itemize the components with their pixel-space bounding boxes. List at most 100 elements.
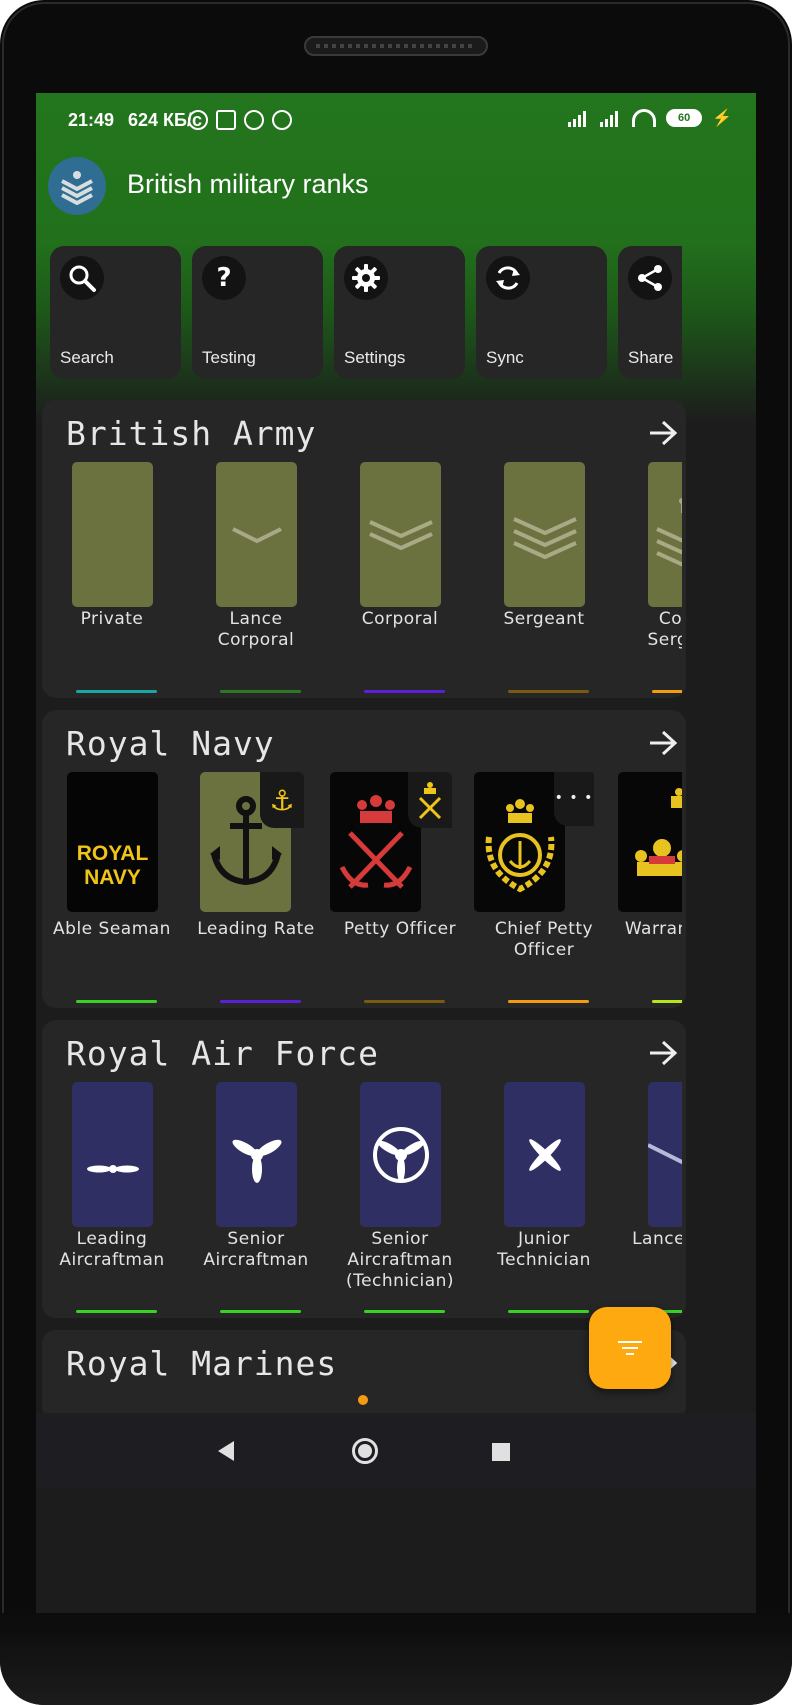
sim-icon xyxy=(216,110,236,130)
app-title: British military ranks xyxy=(127,169,369,199)
propeller-three-blade-icon xyxy=(216,1082,297,1227)
section-title: Royal Navy xyxy=(66,724,275,763)
navigation-bar xyxy=(36,1413,756,1487)
testing-label: Testing xyxy=(202,348,256,367)
notification-icon xyxy=(244,110,264,130)
rank-name: Warrant Offi 2 xyxy=(624,919,682,939)
rank-list: Private Lance Corporal Corporal Sergeant… xyxy=(42,462,682,698)
rank-name: Junior Technician xyxy=(497,1229,591,1270)
rank-color-bar xyxy=(220,690,301,693)
status-notification-icons xyxy=(188,110,292,130)
share-icon xyxy=(628,256,672,300)
rank-name: Senior Aircraftman (Technician) xyxy=(345,1229,455,1291)
rank-color-bar xyxy=(364,1310,445,1313)
screen: 21:49 624 КБ/с 60 ⚡ British military ran… xyxy=(36,93,756,1613)
rank-item[interactable]: Petty Officer xyxy=(330,772,466,1008)
sync-icon xyxy=(486,256,530,300)
rank-color-bar xyxy=(76,1310,157,1313)
notification-icon xyxy=(272,110,292,130)
filter-icon xyxy=(617,1339,643,1357)
rank-list: ROYAL NAVY Able Seaman ⚓ Leading Rate Pe… xyxy=(42,772,682,1008)
rank-item[interactable]: Private xyxy=(46,462,178,698)
rank-item[interactable]: ROYAL NAVY Able Seaman xyxy=(46,772,178,1008)
rank-name: Able Seaman xyxy=(53,919,171,939)
rank-color-bar xyxy=(652,1000,682,1003)
crown-anchors-badge-icon xyxy=(408,772,452,828)
question-icon: ? xyxy=(202,256,246,300)
speaker-grille xyxy=(304,36,488,56)
section-royal-air-force[interactable]: Royal Air Force Leading Aircraftman Seni… xyxy=(42,1020,686,1318)
wifi-icon xyxy=(632,109,657,127)
alarm-icon xyxy=(188,110,208,130)
sergeant-insignia-icon xyxy=(504,462,585,607)
rank-item[interactable]: Senior Aircraftman xyxy=(190,1082,322,1318)
filter-button[interactable] xyxy=(589,1307,671,1389)
rank-item[interactable]: Lance Corpo xyxy=(622,1082,682,1318)
arrow-right-icon[interactable] xyxy=(648,1040,678,1066)
share-button[interactable]: Share xyxy=(618,246,682,379)
section-title: Royal Air Force xyxy=(66,1034,380,1073)
rank-item[interactable]: Sergeant xyxy=(478,462,610,698)
status-time: 21:49 xyxy=(68,110,115,130)
rank-item[interactable]: Corporal xyxy=(334,462,466,698)
rank-color-bar xyxy=(220,1000,301,1003)
share-label: Share xyxy=(628,348,674,367)
status-bar: 21:49 624 КБ/с 60 ⚡ xyxy=(36,93,756,149)
back-icon[interactable] xyxy=(218,1441,234,1461)
battery-icon: 60 xyxy=(666,109,703,127)
rank-item[interactable]: Junior Technician xyxy=(478,1082,610,1318)
signal-icon xyxy=(600,109,622,127)
charging-icon: ⚡ xyxy=(712,110,732,127)
search-button[interactable]: Search xyxy=(50,246,181,379)
section-british-army[interactable]: British Army Private Lance Corporal Corp… xyxy=(42,400,686,698)
section-title: Royal Marines xyxy=(66,1344,338,1383)
rank-color-bar xyxy=(508,1310,589,1313)
badge-text: NAVY xyxy=(84,866,141,889)
rank-name: Senior Aircraftman xyxy=(203,1229,309,1270)
rank-item[interactable]: Lance Corporal xyxy=(190,462,322,698)
rank-color-bar xyxy=(364,1000,445,1003)
rank-name: Chief Petty Officer xyxy=(494,919,594,960)
arrow-right-icon[interactable] xyxy=(648,730,678,756)
propeller-four-blade-icon xyxy=(504,1082,585,1227)
page-indicator-dot xyxy=(358,1395,368,1405)
rank-name: Lance Corpo xyxy=(632,1229,682,1249)
rank-item[interactable]: ⚓ Leading Rate xyxy=(190,772,322,1008)
settings-label: Settings xyxy=(344,348,406,367)
small-anchor-badge-icon: ⚓ xyxy=(260,772,304,828)
rank-item[interactable]: Colour Sergeant xyxy=(622,462,682,698)
propeller-horizontal-icon xyxy=(72,1082,153,1227)
rank-name: Lance Corporal xyxy=(217,609,295,650)
colour-sergeant-insignia-icon xyxy=(648,462,682,607)
rank-name: Corporal xyxy=(361,609,439,629)
status-right-icons: 60 ⚡ xyxy=(568,108,732,128)
arrow-right-icon[interactable] xyxy=(648,420,678,446)
testing-button[interactable]: ? Testing xyxy=(192,246,323,379)
chevron-rank-icon xyxy=(48,157,106,215)
rank-item[interactable]: Senior Aircraftman (Technician) xyxy=(334,1082,466,1318)
badge-text: ROYAL xyxy=(76,842,149,865)
settings-button[interactable]: Settings xyxy=(334,246,465,379)
rank-item[interactable]: Leading Aircraftman xyxy=(46,1082,178,1318)
sync-label: Sync xyxy=(486,348,524,367)
sync-button[interactable]: Sync xyxy=(476,246,607,379)
dots-badge-icon: • • • xyxy=(554,772,594,826)
search-icon xyxy=(60,256,104,300)
rank-color-bar xyxy=(76,690,157,693)
rank-color-bar xyxy=(508,690,589,693)
recent-apps-icon[interactable] xyxy=(492,1443,510,1461)
rank-color-bar xyxy=(76,1000,157,1003)
rank-name: Leading Rate xyxy=(197,919,315,939)
rank-name: Petty Officer xyxy=(343,919,457,939)
crown-insignia-icon xyxy=(618,772,682,912)
rank-item[interactable]: • • • Chief Petty Officer xyxy=(474,772,610,1008)
corporal-insignia-icon xyxy=(360,462,441,607)
rank-item[interactable]: Warrant Offi 2 xyxy=(618,772,682,1008)
rank-name: Colour Sergeant xyxy=(647,609,682,650)
section-royal-navy[interactable]: Royal Navy ROYAL NAVY Able Seaman ⚓ Lead… xyxy=(42,710,686,1008)
rank-name: Sergeant xyxy=(503,609,585,629)
rank-color-bar xyxy=(508,1000,589,1003)
home-icon[interactable] xyxy=(352,1438,378,1464)
lance-corporal-raf-insignia-icon xyxy=(648,1082,682,1227)
rank-name: Private xyxy=(80,609,144,629)
